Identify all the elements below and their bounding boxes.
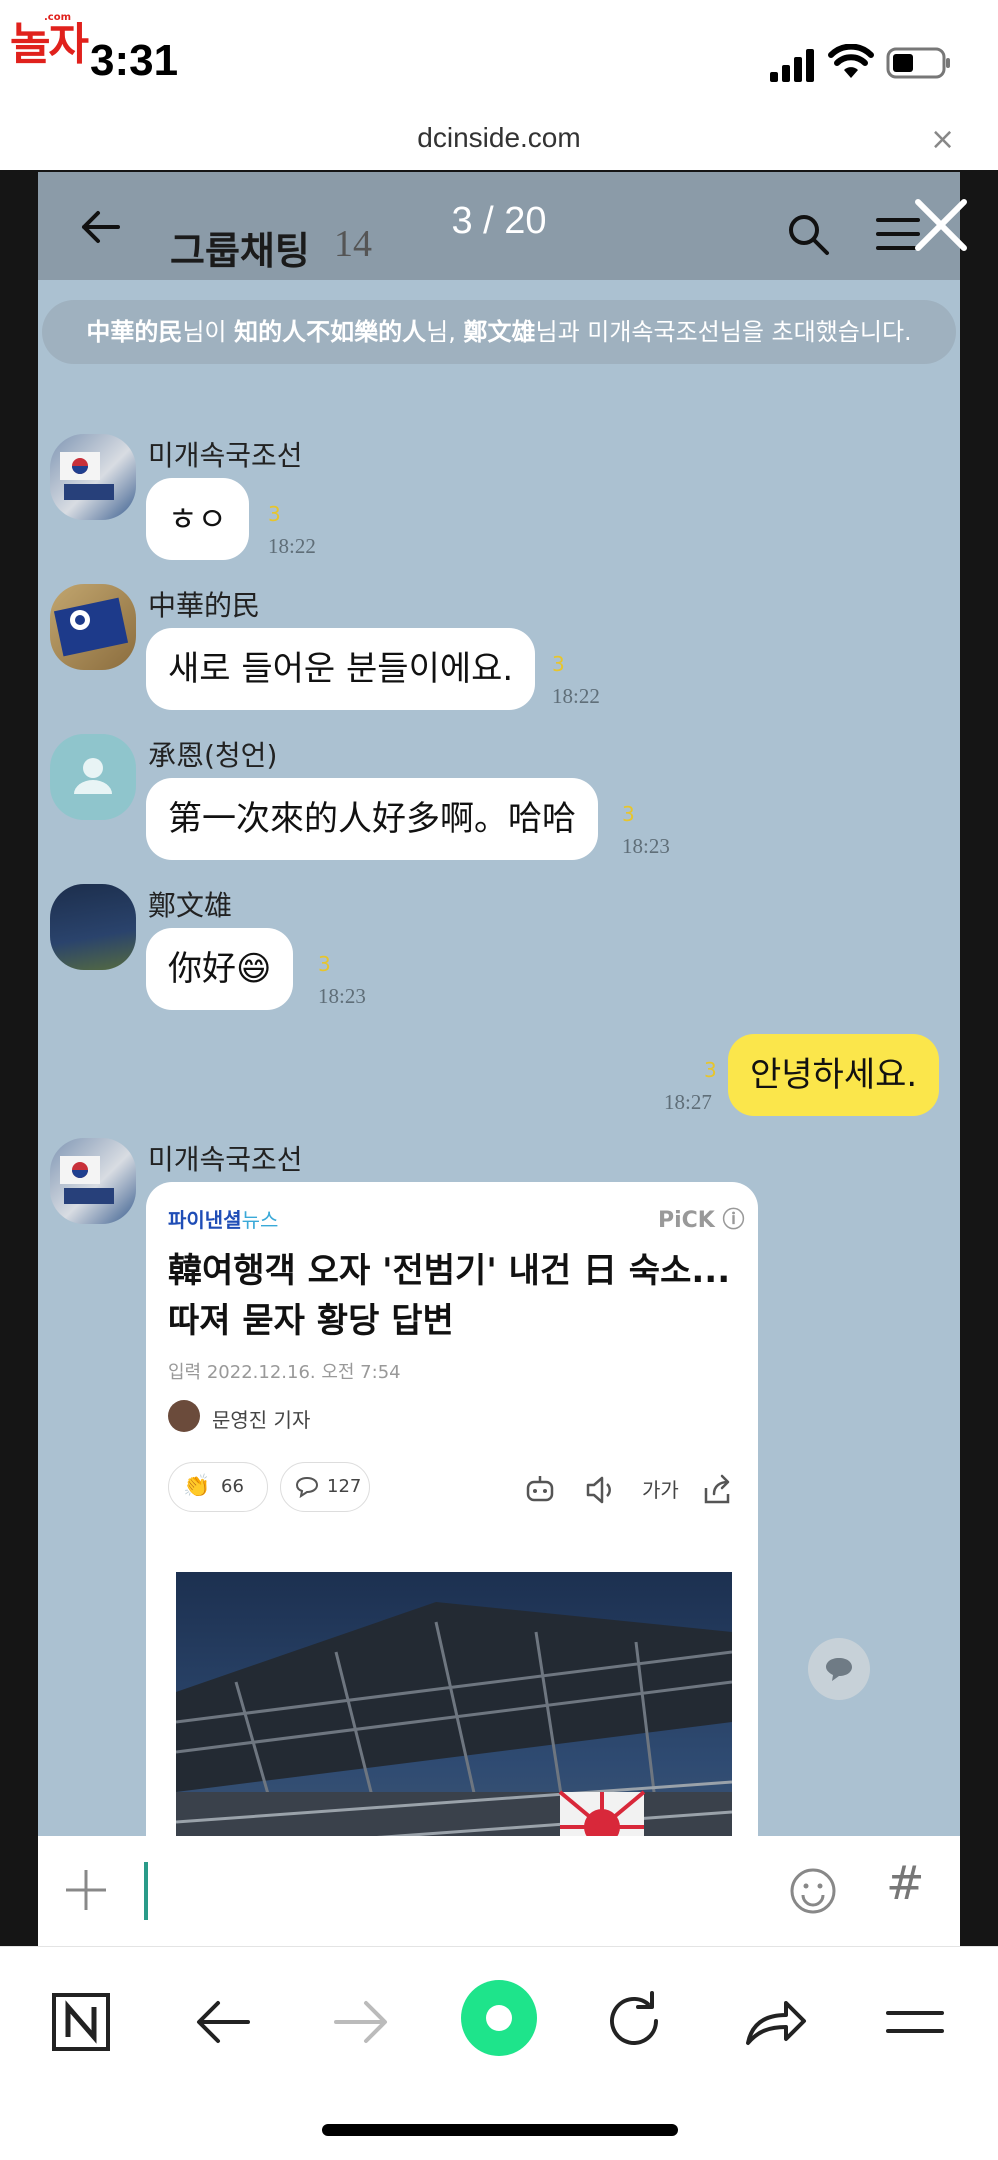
avatar[interactable]	[50, 1138, 136, 1224]
unread-count: 3	[268, 502, 281, 526]
message-time: 18:23	[318, 984, 366, 1008]
comment-icon	[295, 1476, 319, 1498]
news-link-card[interactable]: 파이낸셜뉴스 PiCK ⓘ 韓여행객 오자 '전범기' 내건 日 숙소...따져…	[146, 1182, 758, 1882]
news-brand: 파이낸셜뉴스	[168, 1204, 278, 1233]
reporter-name: 문영진 기자	[212, 1408, 311, 1432]
chat-screenshot: 그룹채팅 14 中華的民님이 知的人不如樂的人님, 鄭文雄님과 미개속국조선님을…	[38, 172, 960, 1946]
home-indicator	[322, 2124, 678, 2136]
message-sender: 鄭文雄	[148, 889, 233, 922]
message-sender: 中華的民	[148, 589, 261, 622]
share-icon[interactable]	[740, 1987, 810, 2057]
comment-count: 127	[327, 1476, 362, 1497]
url-text[interactable]: dcinside.com	[0, 122, 998, 154]
notice-text-a: 님이	[182, 318, 235, 346]
news-title: 韓여행객 오자 '전범기' 내건 日 숙소...따져 묻자 황당 답변	[168, 1251, 731, 1341]
message-input-caret	[144, 1862, 148, 1920]
default-profile-icon	[74, 758, 112, 794]
image-counter: 3 / 20	[451, 200, 547, 242]
back-icon[interactable]	[188, 1987, 258, 2057]
chat-input-bar: #	[38, 1836, 960, 1946]
message-bubble[interactable]: 새로 들어운 분들이에요.	[146, 628, 536, 710]
news-pick-badge: PiCK ⓘ	[658, 1208, 745, 1233]
unread-count: 3	[318, 952, 331, 976]
invite-notice: 中華的民님이 知的人不如樂的人님, 鄭文雄님과 미개속국조선님을 초대했습니다.	[42, 300, 956, 364]
unread-count: 3	[622, 802, 635, 826]
message-time: 18:22	[552, 684, 600, 708]
reporter-avatar	[168, 1400, 200, 1432]
message-time: 18:23	[622, 834, 670, 858]
notice-text-b: 님,	[426, 318, 464, 346]
hashtag-search-icon: #	[886, 1856, 925, 1910]
refresh-icon[interactable]	[600, 1987, 670, 2057]
menu-icon[interactable]	[880, 1987, 950, 2057]
flag-image-icon	[60, 1156, 114, 1204]
avatar[interactable]	[50, 584, 136, 670]
notice-invitee-1: 知的人不如樂的人	[234, 318, 427, 346]
flag-image-icon	[60, 452, 114, 500]
floating-comment-button[interactable]	[808, 1638, 870, 1700]
watermark-text: 놀자	[10, 19, 89, 70]
avatar[interactable]	[50, 734, 136, 820]
cellular-signal-icon	[770, 49, 814, 82]
battery-icon	[886, 47, 950, 79]
message-bubble[interactable]: 你好😄	[146, 928, 294, 1010]
news-date: 입력 2022.12.16. 오전 7:54	[168, 1362, 401, 1383]
notice-inviter: 中華的民	[86, 318, 183, 346]
watermark-small: .com	[44, 12, 72, 23]
chat-bubble-icon	[826, 1658, 852, 1681]
unread-count: 3	[552, 652, 565, 676]
news-brand-name: 파이낸셜	[168, 1208, 242, 1232]
my-message-bubble[interactable]: 안녕하세요.	[728, 1034, 940, 1116]
avatar[interactable]	[50, 884, 136, 970]
notice-text-c: 님과 미개속국조선님을 초대했습니다.	[535, 318, 912, 346]
message-bubble[interactable]: 第一次來的人好多啊。哈哈	[146, 778, 598, 860]
reaction-count: 66	[221, 1476, 244, 1497]
green-dot-icon[interactable]	[460, 1979, 538, 2057]
clap-emoji-icon: 👏	[183, 1474, 211, 1499]
message-time: 18:22	[268, 534, 316, 558]
avatar[interactable]	[50, 434, 136, 520]
close-icon[interactable]	[912, 196, 970, 254]
flag-image-icon	[53, 597, 129, 657]
font-size-label: 가가	[642, 1478, 679, 1502]
forward-icon[interactable]	[326, 1987, 396, 2057]
unread-count: 3	[704, 1058, 717, 1082]
share-icon	[704, 1474, 730, 1504]
message-time: 18:27	[664, 1090, 712, 1114]
url-close-button[interactable]: ×	[930, 122, 955, 157]
comment-button: 127	[280, 1462, 370, 1512]
notice-invitee-2: 鄭文雄	[463, 318, 536, 346]
message-sender: 承恩(청언)	[148, 739, 278, 772]
status-time: 3:31	[90, 36, 179, 85]
message-sender: 미개속국조선	[148, 1143, 303, 1176]
robot-summary-icon	[526, 1476, 554, 1502]
naver-home-icon[interactable]	[46, 1987, 116, 2057]
emoji-icon	[790, 1868, 836, 1914]
reaction-button: 👏 66	[168, 1462, 268, 1512]
message-bubble[interactable]: ㅎㅇ	[146, 478, 249, 560]
speaker-icon	[586, 1476, 611, 1504]
message-sender: 미개속국조선	[148, 439, 303, 472]
news-brand-sub: 뉴스	[241, 1208, 279, 1232]
wifi-icon	[828, 44, 874, 78]
plus-icon	[66, 1870, 106, 1910]
